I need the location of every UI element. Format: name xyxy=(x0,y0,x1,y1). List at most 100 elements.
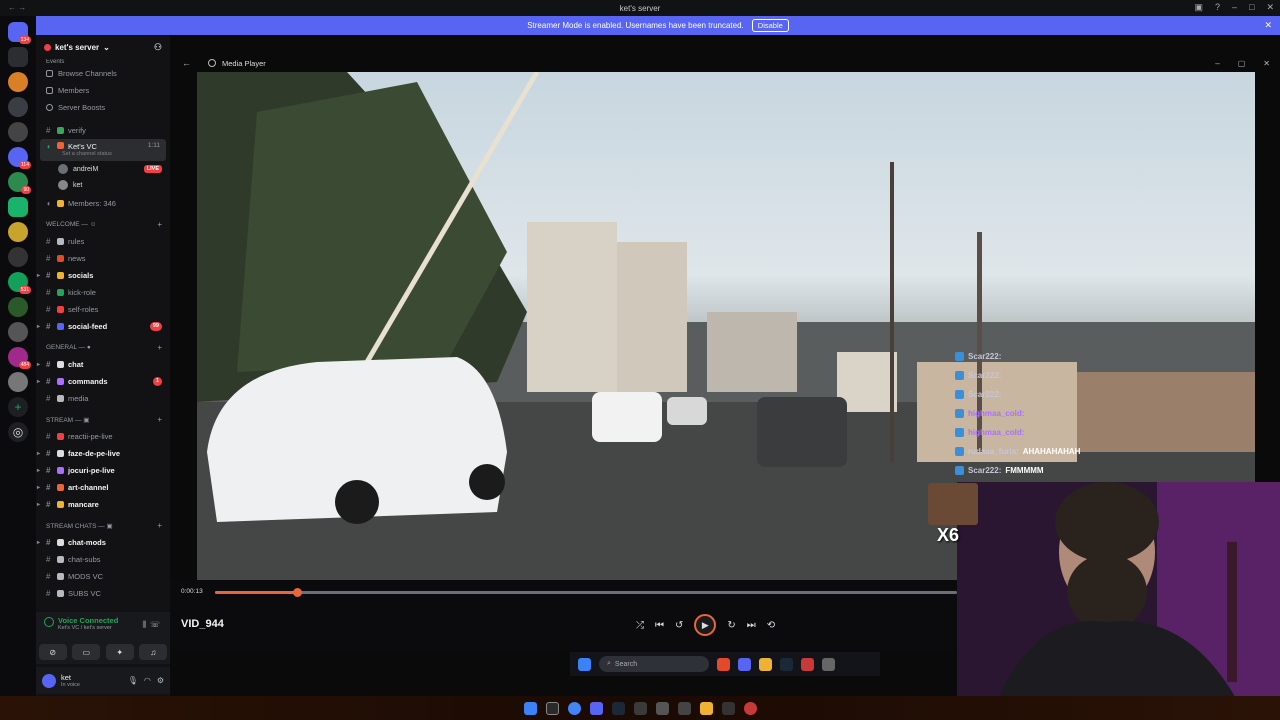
invite-icon[interactable]: ⚇ xyxy=(154,42,162,53)
disable-button[interactable]: Disable xyxy=(751,19,789,32)
user-info[interactable]: ket In voice xyxy=(61,673,80,688)
channel-item[interactable]: ▸ # chat xyxy=(36,356,170,373)
channel-item[interactable]: ▸ # jocuri-pe-live xyxy=(36,462,170,479)
thread-arrow-icon[interactable]: ▸ xyxy=(37,467,40,474)
voice-user[interactable]: andreiM LIVE xyxy=(36,161,170,177)
close-banner-icon[interactable]: ✕ xyxy=(1264,20,1272,31)
channel-members-count[interactable]: ◖ Members: 346 xyxy=(36,195,170,212)
server-icon[interactable] xyxy=(8,122,28,142)
channel-item[interactable]: # news xyxy=(36,250,170,267)
server-icon[interactable] xyxy=(8,47,28,67)
voice-user[interactable]: ket xyxy=(36,177,170,193)
home-discord-icon[interactable]: 134 xyxy=(8,22,31,44)
thread-arrow-icon[interactable]: ▸ xyxy=(37,272,40,279)
server-icon[interactable] xyxy=(8,322,28,342)
media-app-icon[interactable] xyxy=(822,657,835,671)
channel-item[interactable]: # SUBS VC xyxy=(36,585,170,602)
brave-icon[interactable] xyxy=(717,657,730,671)
thread-arrow-icon[interactable]: ▸ xyxy=(37,323,40,330)
channel-item[interactable]: ▸ # social-feed 99 xyxy=(36,318,170,335)
previous-icon[interactable]: ⏮ xyxy=(655,620,664,631)
settings-gear-icon[interactable]: ⚙ xyxy=(157,676,164,685)
capcut-icon[interactable] xyxy=(677,701,691,715)
steam-icon[interactable] xyxy=(780,657,793,671)
add-channel-icon[interactable]: + xyxy=(157,220,162,229)
help-icon[interactable]: ? xyxy=(1215,2,1220,13)
start-icon[interactable] xyxy=(578,657,591,671)
server-icon[interactable] xyxy=(8,247,28,267)
close-window-button[interactable]: ✕ xyxy=(1266,2,1274,13)
server-icon[interactable] xyxy=(8,197,28,217)
category-welcome[interactable]: WELCOME — ☺ + xyxy=(36,216,170,233)
rewind-icon[interactable]: ↺ xyxy=(675,620,683,631)
close-player-button[interactable]: ✕ xyxy=(1263,59,1270,68)
chrome-icon[interactable] xyxy=(567,701,581,715)
nav-arrows-icon[interactable]: ← → xyxy=(8,3,26,12)
channel-item[interactable]: # media xyxy=(36,390,170,407)
category-stream[interactable]: STREAM — ▣ + xyxy=(36,411,170,428)
thread-arrow-icon[interactable]: ▸ xyxy=(37,450,40,457)
minimize-button[interactable]: – xyxy=(1215,59,1219,68)
seek-handle[interactable] xyxy=(292,588,302,597)
server-icon[interactable]: 90 xyxy=(8,172,31,194)
category-stream-chats[interactable]: STREAM CHATS — ▣ + xyxy=(36,517,170,534)
maximize-button[interactable]: ▢ xyxy=(1238,59,1246,68)
seek-bar[interactable] xyxy=(215,588,957,597)
disconnect-icon[interactable]: ☏ xyxy=(150,620,160,629)
channel-item[interactable]: ▸ # faze-de-pe-live xyxy=(36,445,170,462)
thread-arrow-icon[interactable]: ▸ xyxy=(37,484,40,491)
channel-item[interactable]: # self-roles xyxy=(36,301,170,318)
channel-item[interactable]: # kick-role xyxy=(36,284,170,301)
app-icon[interactable] xyxy=(633,701,647,715)
search-icon[interactable] xyxy=(545,701,559,715)
windows-start-icon[interactable] xyxy=(523,701,537,715)
thread-arrow-icon[interactable]: ▸ xyxy=(37,501,40,508)
discord-icon[interactable] xyxy=(738,657,751,671)
server-icon[interactable] xyxy=(8,297,28,317)
server-icon[interactable] xyxy=(8,372,28,392)
server-icon[interactable]: 114 xyxy=(8,147,31,169)
play-button[interactable]: ▶ xyxy=(694,614,717,636)
folder-icon[interactable] xyxy=(759,657,772,671)
server-icon[interactable]: 531 xyxy=(8,272,31,294)
channel-item[interactable]: ▸ # mancare xyxy=(36,496,170,513)
steam-icon[interactable] xyxy=(611,701,625,715)
channel-item[interactable]: ▸ # socials xyxy=(36,267,170,284)
discover-icon[interactable]: ◎ xyxy=(8,422,28,442)
server-header[interactable]: ket's server ⌄ ⚇ xyxy=(36,35,170,59)
channel-status-hint[interactable]: Set a channel status xyxy=(62,151,112,157)
maximize-button[interactable]: □ xyxy=(1249,2,1254,13)
headset-icon[interactable]: ◠ xyxy=(144,676,151,685)
add-channel-icon[interactable]: + xyxy=(157,415,162,424)
channel-verify[interactable]: # verify xyxy=(36,122,170,139)
obs-icon[interactable] xyxy=(721,701,735,715)
app-icon[interactable] xyxy=(655,701,669,715)
avatar[interactable] xyxy=(42,673,56,688)
channel-item[interactable]: # rules xyxy=(36,233,170,250)
minimize-button[interactable]: – xyxy=(1232,2,1237,13)
camera-off-button[interactable]: ⊘ xyxy=(38,644,67,660)
next-icon[interactable]: ⏭ xyxy=(747,620,756,631)
menu-members[interactable]: Members xyxy=(36,82,170,99)
channel-item[interactable]: # chat-subs xyxy=(36,551,170,568)
add-channel-icon[interactable]: + xyxy=(157,343,162,352)
noise-suppression-icon[interactable]: ⫼ xyxy=(142,620,146,630)
soundboard-button[interactable]: ♫ xyxy=(139,644,168,660)
shuffle-icon[interactable]: ⤮ xyxy=(636,620,644,631)
add-channel-icon[interactable]: + xyxy=(157,521,162,530)
thread-arrow-icon[interactable]: ▸ xyxy=(37,378,40,385)
voice-channel-kets-vc[interactable]: ◖ Ket's VC 1:11 Set a channel status xyxy=(40,139,166,161)
channel-item[interactable]: # MODS VC xyxy=(36,568,170,585)
thread-arrow-icon[interactable]: ▸ xyxy=(37,361,40,368)
inbox-icon[interactable]: ▣ xyxy=(1194,2,1203,13)
channel-item[interactable]: ▸ # commands 1 xyxy=(36,373,170,390)
microphone-icon[interactable]: 🎙︎ xyxy=(128,676,138,685)
thread-arrow-icon[interactable]: ▸ xyxy=(37,539,40,546)
repeat-icon[interactable]: ⟲ xyxy=(767,620,775,631)
add-server-icon[interactable]: + xyxy=(8,397,28,417)
server-icon[interactable] xyxy=(8,72,28,92)
server-icon[interactable]: 484 xyxy=(8,347,31,369)
category-general[interactable]: GENERAL — ● + xyxy=(36,339,170,356)
app-icon[interactable] xyxy=(743,701,757,715)
forward-icon[interactable]: ↻ xyxy=(727,620,735,631)
